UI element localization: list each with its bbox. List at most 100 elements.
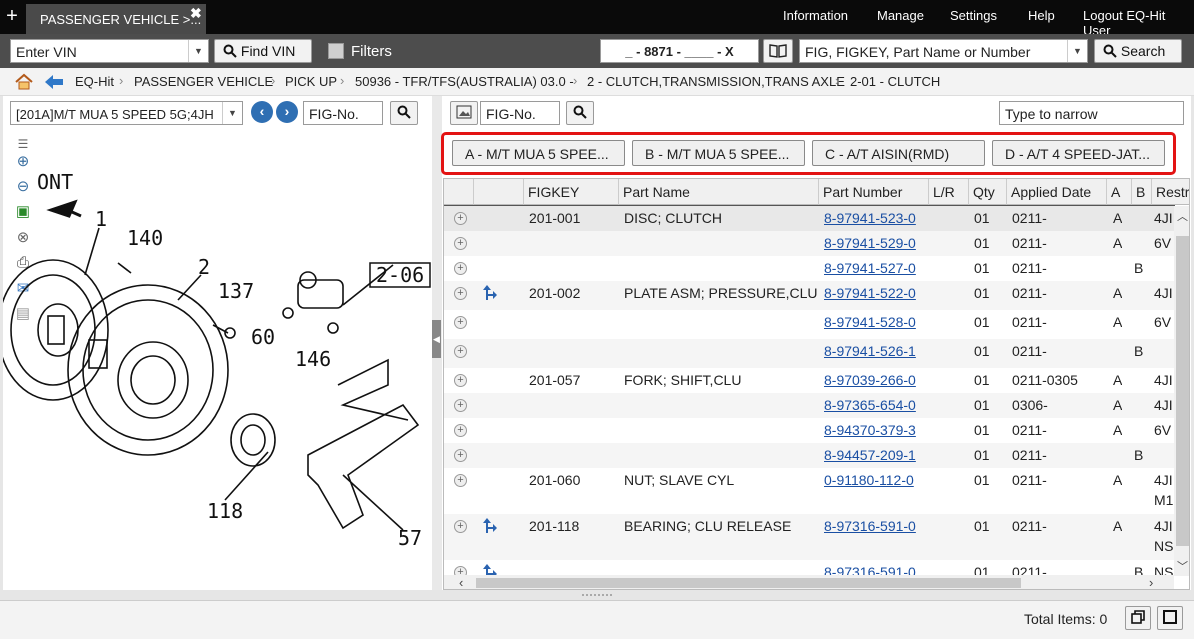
search-input[interactable]: FIG, FIGKEY, Part Name or Number ▼ [799, 39, 1088, 63]
vertical-scrollbar[interactable]: ︿ ﹀ [1174, 206, 1189, 576]
image-button[interactable] [450, 101, 478, 125]
chevron-right-icon[interactable]: › [1149, 575, 1153, 589]
model-code-field[interactable]: _ - 8871 - ____ - X [600, 39, 759, 63]
h-scroll-thumb[interactable] [476, 578, 1021, 588]
col-header[interactable]: Part Name [619, 179, 819, 205]
expand-row-icon[interactable]: + [454, 212, 467, 225]
cell-number[interactable]: 8-97316-591-0 [824, 518, 916, 534]
table-row[interactable]: +8-97941-527-0 01 0211- B [444, 256, 1174, 281]
chevron-up-icon[interactable]: ︿ [1177, 208, 1188, 224]
expand-row-icon[interactable]: + [454, 449, 467, 462]
next-arrow-icon[interactable]: › [276, 101, 298, 123]
expand-row-icon[interactable]: + [454, 237, 467, 250]
new-tab-icon[interactable]: + [3, 5, 21, 27]
cell-number[interactable]: 0-91180-112-0 [824, 472, 914, 488]
table-row[interactable]: +8-97941-528-0 01 0211- A 6V [444, 310, 1174, 339]
expand-row-icon[interactable]: + [454, 474, 467, 487]
flag-arrow-icon[interactable] [482, 518, 498, 534]
breadcrumb-item[interactable]: 2 - CLUTCH,TRANSMISSION,TRANS AXLE [587, 74, 845, 89]
expand-row-icon[interactable]: + [454, 520, 467, 533]
table-row[interactable]: +201-060 NUT; SLAVE CYL 0-91180-112-0 01 021… [444, 468, 1174, 514]
expand-row-icon[interactable]: + [454, 262, 467, 275]
breadcrumb-item[interactable]: EQ-Hit [75, 74, 114, 89]
book-button[interactable] [763, 39, 793, 63]
cell-restr2: M1 [1154, 492, 1174, 508]
chevron-down-icon[interactable]: ▼ [1067, 40, 1087, 62]
fig-no-input-left[interactable]: FIG-No. [303, 101, 383, 125]
cell-number[interactable]: 8-97941-529-0 [824, 235, 916, 251]
filters-label: Filters [351, 43, 392, 60]
expand-row-icon[interactable]: + [454, 374, 467, 387]
filters-checkbox[interactable] [328, 43, 344, 59]
col-header[interactable]: B [1132, 179, 1152, 205]
cell-number[interactable]: 8-97365-654-0 [824, 397, 916, 413]
image-icon [456, 105, 472, 119]
expand-row-icon[interactable]: + [454, 399, 467, 412]
chevron-left-icon[interactable]: ‹ [459, 575, 463, 589]
flag-arrow-icon[interactable] [482, 285, 498, 301]
expand-row-icon[interactable]: + [454, 345, 467, 358]
narrow-input[interactable]: Type to narrow [999, 101, 1184, 125]
prev-arrow-icon[interactable]: ‹ [251, 101, 273, 123]
table-row[interactable]: +8-97941-526-1 01 0211- B [444, 339, 1174, 368]
expand-row-icon[interactable]: + [454, 424, 467, 437]
cell-number[interactable]: 8-97941-522-0 [824, 285, 916, 301]
col-header[interactable]: L/R [929, 179, 969, 205]
col-header[interactable]: Part Number [819, 179, 929, 205]
vin-input[interactable]: Enter VIN ▼ [10, 39, 209, 63]
tab-passenger-vehicle[interactable]: PASSENGER VEHICLE >... ✖ [26, 4, 206, 34]
table-row[interactable]: +201-002 PLATE ASM; PRESSURE,CLU 8-97941-5… [444, 281, 1174, 310]
model-select[interactable]: [201A]M/T MUA 5 SPEED 5G;4JH ▼ [10, 101, 243, 125]
restore-window-button[interactable] [1125, 606, 1151, 630]
table-row[interactable]: +201-001 DISC; CLUTCH 8-97941-523-0 01 0211-… [444, 205, 1175, 232]
menu-help[interactable]: Help [1028, 8, 1055, 23]
breadcrumb-item[interactable]: PICK UP [285, 74, 337, 89]
expand-row-icon[interactable]: + [454, 316, 467, 329]
cell-number[interactable]: 8-94370-379-3 [824, 422, 916, 438]
col-header[interactable]: A [1107, 179, 1132, 205]
scroll-thumb[interactable] [1176, 236, 1189, 546]
search-button[interactable]: Search [1094, 39, 1182, 63]
menu-manage[interactable]: Manage [877, 8, 924, 23]
chevron-down-icon[interactable]: ▼ [222, 102, 242, 124]
cell-number[interactable]: 8-97039-266-0 [824, 372, 916, 388]
variant-tab-b[interactable]: B - M/T MUA 5 SPEE... [632, 140, 805, 166]
collapse-icon[interactable]: ◀ [432, 320, 441, 358]
cell-number[interactable]: 8-97941-527-0 [824, 260, 916, 276]
table-row[interactable]: +8-94370-379-3 01 0211- A 6V [444, 418, 1174, 443]
maximize-window-button[interactable] [1157, 606, 1183, 630]
col-header[interactable]: Qty [969, 179, 1007, 205]
expand-row-icon[interactable]: + [454, 287, 467, 300]
fig-no-input-right[interactable]: FIG-No. [480, 101, 560, 125]
variant-tab-d[interactable]: D - A/T 4 SPEED-JAT... [992, 140, 1165, 166]
cell-number[interactable]: 8-97941-528-0 [824, 314, 916, 330]
fig-search-button-left[interactable] [390, 101, 418, 125]
table-row[interactable]: +201-118 BEARING; CLU RELEASE 8-97316-591-… [444, 514, 1174, 560]
variant-tab-a[interactable]: A - M/T MUA 5 SPEE... [452, 140, 625, 166]
breadcrumb-item[interactable]: PASSENGER VEHICLE [134, 74, 273, 89]
cell-number[interactable]: 8-94457-209-1 [824, 447, 916, 463]
back-arrow-icon[interactable] [44, 74, 64, 90]
chevron-down-icon[interactable]: ﹀ [1177, 558, 1188, 574]
col-header[interactable]: Restri [1152, 179, 1189, 205]
table-row[interactable]: +201-057 FORK; SHIFT,CLU 8-97039-266-0 01 02… [444, 368, 1174, 393]
variant-tab-c[interactable]: C - A/T AISIN(RMD) [812, 140, 985, 166]
fig-search-button-right[interactable] [566, 101, 594, 125]
resize-handle[interactable] [582, 594, 612, 598]
horizontal-scrollbar[interactable]: ‹ › [444, 575, 1174, 589]
menu-settings[interactable]: Settings [950, 8, 997, 23]
cell-number[interactable]: 8-97941-526-1 [824, 343, 916, 359]
cell-number[interactable]: 8-97941-523-0 [824, 210, 916, 226]
cell-restr: 4JI [1154, 210, 1173, 226]
col-header[interactable]: Applied Date [1007, 179, 1107, 205]
table-row[interactable]: +8-97365-654-0 01 0306- A 4JI [444, 393, 1174, 418]
table-row[interactable]: +8-97941-529-0 01 0211- A 6V [444, 231, 1174, 256]
breadcrumb-item[interactable]: 50936 - TFR/TFS(AUSTRALIA) 03.0 - [355, 74, 574, 89]
home-icon[interactable] [14, 73, 34, 91]
table-row[interactable]: +8-94457-209-1 01 0211- B [444, 443, 1174, 468]
chevron-down-icon[interactable]: ▼ [188, 40, 208, 62]
menu-information[interactable]: Information [783, 8, 848, 23]
col-header[interactable]: FIGKEY [524, 179, 619, 205]
close-icon[interactable]: ✖ [190, 5, 202, 22]
find-vin-button[interactable]: Find VIN [214, 39, 312, 63]
